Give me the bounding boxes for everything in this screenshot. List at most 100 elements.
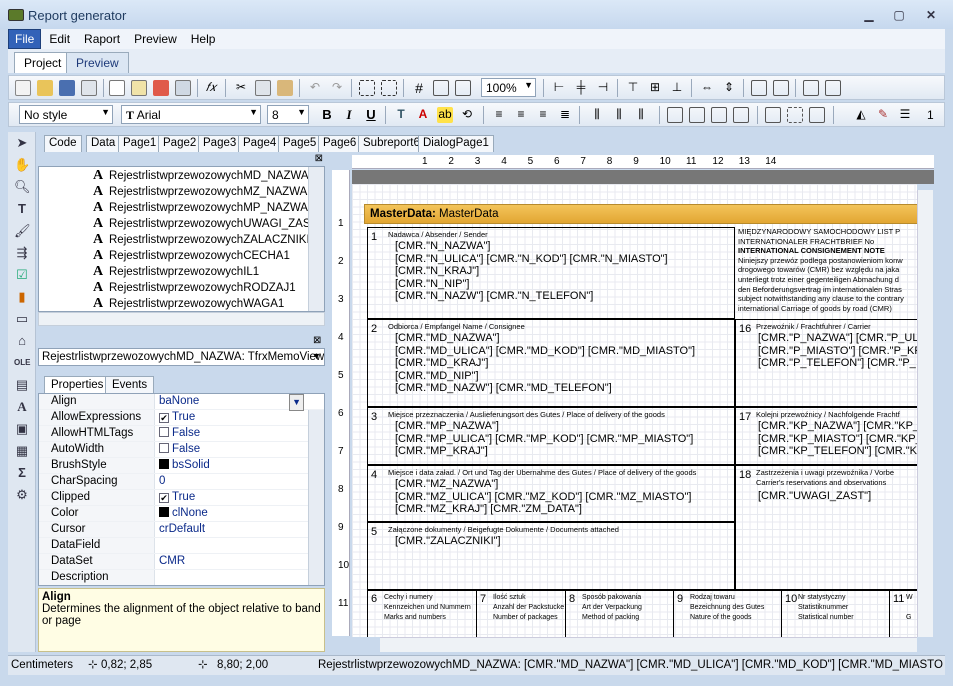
memo-field[interactable]: [CMR."N_ULICA"] [CMR."N_KOD"] [CMR."N_MI… (395, 253, 668, 265)
ungroup-icon[interactable] (381, 80, 397, 96)
property-row[interactable]: DataSet CMR (39, 554, 324, 570)
close-inspector-icon[interactable]: ⊠ (313, 335, 321, 346)
property-row[interactable]: AllowHTMLTags False (39, 426, 324, 442)
redo-icon[interactable]: ↷ (329, 80, 345, 96)
frame-right-icon[interactable] (733, 107, 749, 123)
memo-field[interactable]: [CMR."P_NAZWA"] [CMR."P_UL (758, 332, 917, 344)
property-value[interactable]: ✔ True (155, 490, 324, 505)
memo-field[interactable]: [CMR."MD_ULICA"] [CMR."MD_KOD"] [CMR."MD… (395, 345, 695, 357)
memo-field[interactable]: [CMR."MD_NAZW"] [CMR."MD_TELEFON"] (395, 382, 612, 394)
menu-edit[interactable]: Edit (43, 30, 76, 48)
design-vscrollbar[interactable] (917, 190, 933, 637)
tab-events[interactable]: Events (105, 376, 155, 393)
chevron-down-icon[interactable]: ▼ (289, 394, 304, 411)
text-tool-icon[interactable]: T (14, 201, 30, 217)
memo-field[interactable]: [CMR."P_MIASTO"] [CMR."P_KR (758, 345, 917, 357)
cell-place-of-loading[interactable]: 4 Miejsce i data załad. / Ort und Tag der… (367, 465, 735, 522)
select-tool-icon[interactable]: ➤ (14, 135, 30, 151)
design-tab[interactable]: Data (86, 135, 121, 152)
memo-field[interactable]: [CMR."MZ_ULICA"] [CMR."MZ_KOD"] [CMR."MZ… (395, 491, 691, 503)
property-value[interactable]: 0 (155, 474, 324, 489)
goods-column[interactable]: 11 W G (889, 590, 917, 637)
frame-style-icon[interactable]: ☰ (897, 107, 913, 123)
sum-tool-icon[interactable]: Σ (14, 465, 30, 481)
text-justify-icon[interactable]: ≣ (557, 107, 573, 123)
open-icon[interactable] (37, 80, 53, 96)
save-icon[interactable] (59, 80, 75, 96)
menu-raport[interactable]: Raport (78, 30, 126, 48)
shape-tool-icon[interactable]: ▭ (14, 311, 30, 327)
design-tab[interactable]: Page1 (118, 135, 162, 152)
memo-field[interactable]: [CMR."MD_NIP"] (395, 370, 479, 382)
more-tools-icon[interactable]: ⚙ (14, 487, 30, 503)
frame-none-icon[interactable] (787, 107, 803, 123)
property-row[interactable]: BrushStyle bsSolid (39, 458, 324, 474)
tree-item[interactable]: A RejestrlistwprzewozowychRODZAJ1 (39, 280, 324, 296)
frame-width[interactable]: 1 (927, 108, 934, 122)
tree-item[interactable]: A RejestrlistwprzewozowychWAGA1 (39, 296, 324, 311)
tree-item[interactable]: A RejestrlistwprzewozowychCECHA1 (39, 248, 324, 264)
align-top-icon[interactable]: ⊤ (625, 80, 641, 96)
maximize-icon[interactable]: ▢ (886, 6, 912, 24)
subreport-tool-icon[interactable]: ⌂ (14, 333, 30, 349)
goods-column[interactable]: 9 Rodzaj towaru Bezeichnung des Gutes Natur… (673, 590, 781, 637)
checkbox-tool-icon[interactable]: ☑ (14, 267, 30, 283)
tree-item[interactable]: A RejestrlistwprzewozowychUWAGI_ZAST (39, 216, 324, 232)
goods-column[interactable]: 7 Ilość sztuk Anzahl der Packstucke Number … (476, 590, 565, 637)
valign-bottom-icon[interactable]: ⫼ (633, 107, 649, 123)
cmr-notice[interactable]: MIĘDZYNARODOWY SAMOCHODOWY LIST P INTERNA… (738, 227, 917, 319)
center-vertical-icon[interactable] (773, 80, 789, 96)
italic-icon[interactable]: I (341, 107, 357, 123)
property-value[interactable]: crDefault (155, 522, 324, 537)
frame-all-icon[interactable] (765, 107, 781, 123)
ole-tool-icon[interactable]: OLE (14, 355, 30, 371)
design-tab[interactable]: Code (44, 135, 82, 152)
close-icon[interactable]: ✕ (918, 6, 944, 24)
font-size-combo[interactable]: 8 ▼ (267, 105, 309, 124)
valign-center-icon[interactable]: ⫼ (611, 107, 627, 123)
underline-icon[interactable]: U (363, 107, 379, 123)
tree-item[interactable]: A RejestrlistwprzewozowychZALACZNIKI (39, 232, 324, 248)
bold-icon[interactable]: B (319, 107, 335, 123)
property-row[interactable]: Description (39, 570, 324, 585)
property-value[interactable]: baNone ▼ (155, 394, 324, 411)
font-combo[interactable]: T Arial ▼ (121, 105, 261, 124)
fit-grid-icon[interactable] (455, 80, 471, 96)
property-row[interactable]: DataField (39, 538, 324, 554)
tree-hscrollbar[interactable] (38, 312, 325, 326)
design-tab[interactable]: Page5 (278, 135, 322, 152)
cell-consignee[interactable]: 2 Odbiorca / Empfangel Name / Consignee [… (367, 319, 735, 407)
band-tool-icon[interactable]: ⇶ (14, 245, 30, 261)
property-row[interactable]: Clipped ✔ True (39, 490, 324, 506)
cell-successive-carriers[interactable]: 17 Kolejni przewoźnicy / Nachfolgende Fra… (735, 407, 917, 465)
property-row[interactable]: Color clNone (39, 506, 324, 522)
text-align-center-icon[interactable]: ≡ (513, 107, 529, 123)
property-value[interactable]: clNone (155, 506, 324, 521)
align-center-icon[interactable]: ╪ (573, 80, 589, 96)
rotation-icon[interactable]: ⟲ (459, 107, 475, 123)
design-tab[interactable]: Page4 (238, 135, 282, 152)
property-value[interactable]: False (155, 442, 324, 457)
font-settings-icon[interactable]: T (393, 107, 409, 123)
preview-icon[interactable] (81, 80, 97, 96)
align-left-icon[interactable]: ⊢ (551, 80, 567, 96)
frame-left-icon[interactable] (711, 107, 727, 123)
property-value[interactable]: ✔ True (155, 410, 324, 425)
align-bottom-icon[interactable]: ⊥ (669, 80, 685, 96)
paste-icon[interactable] (277, 80, 293, 96)
checkbox[interactable]: ✔ (159, 413, 169, 423)
tree-item[interactable]: A RejestrlistwprzewozowychIL1 (39, 264, 324, 280)
same-width-icon[interactable] (803, 80, 819, 96)
picture-tool-icon[interactable]: ▣ (14, 421, 30, 437)
memo-field[interactable]: [CMR."N_NIP"] (395, 278, 469, 290)
cell-sender[interactable]: 1 Nadawca / Absender / Sender [CMR."N_NAZ… (367, 227, 735, 319)
highlight-icon[interactable]: ab (437, 107, 453, 123)
goods-column[interactable]: 8 Sposób pakowania Art der Verpackung Metho… (565, 590, 673, 637)
new-dialog-icon[interactable] (131, 80, 147, 96)
property-value[interactable]: False (155, 426, 324, 441)
memo-field[interactable]: [CMR."MP_KRAJ"] (395, 445, 488, 457)
property-value[interactable] (155, 570, 324, 585)
checkbox[interactable] (159, 443, 169, 453)
tree-item[interactable]: A RejestrlistwprzewozowychMD_NAZWA (39, 168, 324, 184)
design-tab[interactable]: Page2 (158, 135, 202, 152)
